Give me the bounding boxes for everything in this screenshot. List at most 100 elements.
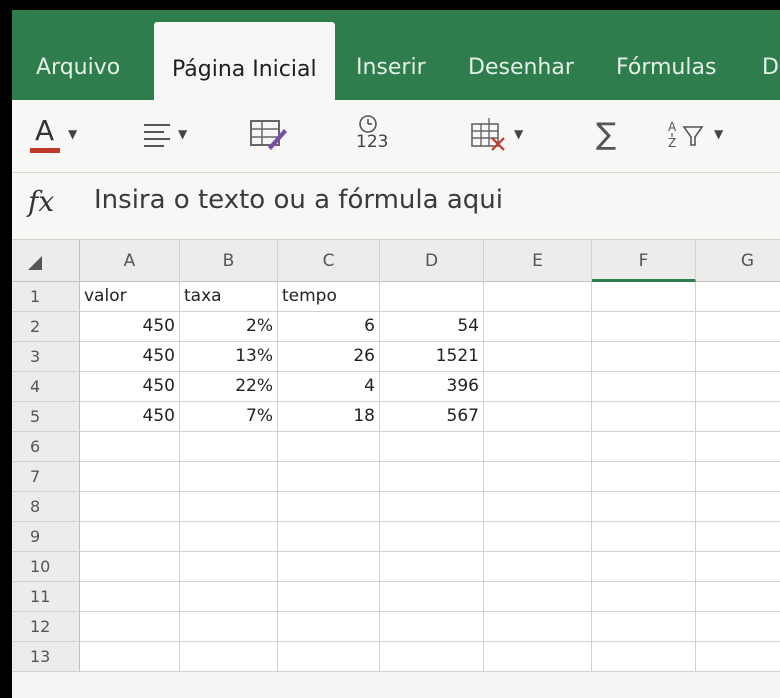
cell-b9[interactable] xyxy=(180,522,278,552)
cell-f1[interactable] xyxy=(592,282,696,312)
row-header-8[interactable]: 8 xyxy=(12,492,80,522)
cell-a2[interactable]: 450 xyxy=(80,312,180,342)
cell-b3[interactable]: 13% xyxy=(180,342,278,372)
cell-d5[interactable]: 567 xyxy=(380,402,484,432)
row-header-12[interactable]: 12 xyxy=(12,612,80,642)
row-header-4[interactable]: 4 xyxy=(12,372,80,402)
cell-e10[interactable] xyxy=(484,552,592,582)
column-header-f[interactable]: F xyxy=(592,240,696,282)
cell-f10[interactable] xyxy=(592,552,696,582)
cell-c8[interactable] xyxy=(278,492,380,522)
cell-b8[interactable] xyxy=(180,492,278,522)
cell-e3[interactable] xyxy=(484,342,592,372)
cell-d9[interactable] xyxy=(380,522,484,552)
cell-f8[interactable] xyxy=(592,492,696,522)
sort-filter-button[interactable]: A Z ▼ xyxy=(666,114,723,154)
cell-c10[interactable] xyxy=(278,552,380,582)
cell-e2[interactable] xyxy=(484,312,592,342)
cell-c6[interactable] xyxy=(278,432,380,462)
cell-g11[interactable] xyxy=(696,582,780,612)
cell-c2[interactable]: 6 xyxy=(278,312,380,342)
cell-d11[interactable] xyxy=(380,582,484,612)
row-header-1[interactable]: 1 xyxy=(12,282,80,312)
tab-desenhar[interactable]: Desenhar xyxy=(468,44,574,100)
cell-f9[interactable] xyxy=(592,522,696,552)
cell-c4[interactable]: 4 xyxy=(278,372,380,402)
cell-b5[interactable]: 7% xyxy=(180,402,278,432)
row-header-13[interactable]: 13 xyxy=(12,642,80,672)
tab-arquivo[interactable]: Arquivo xyxy=(36,44,120,100)
row-header-3[interactable]: 3 xyxy=(12,342,80,372)
cell-e13[interactable] xyxy=(484,642,592,672)
fx-icon[interactable]: fx xyxy=(28,185,54,218)
row-header-6[interactable]: 6 xyxy=(12,432,80,462)
font-color-button[interactable]: A ▼ xyxy=(28,114,77,154)
cell-c11[interactable] xyxy=(278,582,380,612)
cell-c12[interactable] xyxy=(278,612,380,642)
cell-f2[interactable] xyxy=(592,312,696,342)
column-header-b[interactable]: B xyxy=(180,240,278,282)
cell-g12[interactable] xyxy=(696,612,780,642)
cell-a13[interactable] xyxy=(80,642,180,672)
cell-d6[interactable] xyxy=(380,432,484,462)
cell-g9[interactable] xyxy=(696,522,780,552)
cell-a11[interactable] xyxy=(80,582,180,612)
cell-e11[interactable] xyxy=(484,582,592,612)
cell-styles-button[interactable] xyxy=(248,114,288,154)
cell-e4[interactable] xyxy=(484,372,592,402)
cell-b1[interactable]: taxa xyxy=(180,282,278,312)
cell-a7[interactable] xyxy=(80,462,180,492)
cell-f4[interactable] xyxy=(592,372,696,402)
cell-a8[interactable] xyxy=(80,492,180,522)
number-format-button[interactable]: 123 xyxy=(352,114,398,154)
cell-e9[interactable] xyxy=(484,522,592,552)
column-header-c[interactable]: C xyxy=(278,240,380,282)
row-header-2[interactable]: 2 xyxy=(12,312,80,342)
cell-b12[interactable] xyxy=(180,612,278,642)
formula-input[interactable]: Insira o texto ou a fórmula aqui xyxy=(94,185,503,215)
cell-a9[interactable] xyxy=(80,522,180,552)
tab-inserir[interactable]: Inserir xyxy=(356,44,426,100)
cell-d3[interactable]: 1521 xyxy=(380,342,484,372)
cell-a12[interactable] xyxy=(80,612,180,642)
cell-d13[interactable] xyxy=(380,642,484,672)
cell-c1[interactable]: tempo xyxy=(278,282,380,312)
cell-g10[interactable] xyxy=(696,552,780,582)
row-header-7[interactable]: 7 xyxy=(12,462,80,492)
cell-a4[interactable]: 450 xyxy=(80,372,180,402)
cell-g8[interactable] xyxy=(696,492,780,522)
column-header-e[interactable]: E xyxy=(484,240,592,282)
cell-b2[interactable]: 2% xyxy=(180,312,278,342)
cell-e12[interactable] xyxy=(484,612,592,642)
cell-a3[interactable]: 450 xyxy=(80,342,180,372)
align-button[interactable]: ▼ xyxy=(142,114,187,154)
cell-b13[interactable] xyxy=(180,642,278,672)
cell-e6[interactable] xyxy=(484,432,592,462)
cell-g3[interactable] xyxy=(696,342,780,372)
cell-f11[interactable] xyxy=(592,582,696,612)
cell-d2[interactable]: 54 xyxy=(380,312,484,342)
cell-f5[interactable] xyxy=(592,402,696,432)
row-header-5[interactable]: 5 xyxy=(12,402,80,432)
cell-g4[interactable] xyxy=(696,372,780,402)
cell-d10[interactable] xyxy=(380,552,484,582)
row-header-10[interactable]: 10 xyxy=(12,552,80,582)
cell-g13[interactable] xyxy=(696,642,780,672)
cell-c7[interactable] xyxy=(278,462,380,492)
cell-a10[interactable] xyxy=(80,552,180,582)
cell-f6[interactable] xyxy=(592,432,696,462)
cell-f13[interactable] xyxy=(592,642,696,672)
cell-g1[interactable] xyxy=(696,282,780,312)
insert-delete-cells-button[interactable]: ▼ xyxy=(468,114,523,154)
cell-g6[interactable] xyxy=(696,432,780,462)
cell-b4[interactable]: 22% xyxy=(180,372,278,402)
cell-c13[interactable] xyxy=(278,642,380,672)
cell-b7[interactable] xyxy=(180,462,278,492)
cell-b6[interactable] xyxy=(180,432,278,462)
cell-a1[interactable]: valor xyxy=(80,282,180,312)
cell-f12[interactable] xyxy=(592,612,696,642)
cell-c5[interactable]: 18 xyxy=(278,402,380,432)
cell-e1[interactable] xyxy=(484,282,592,312)
cell-e7[interactable] xyxy=(484,462,592,492)
cell-a5[interactable]: 450 xyxy=(80,402,180,432)
